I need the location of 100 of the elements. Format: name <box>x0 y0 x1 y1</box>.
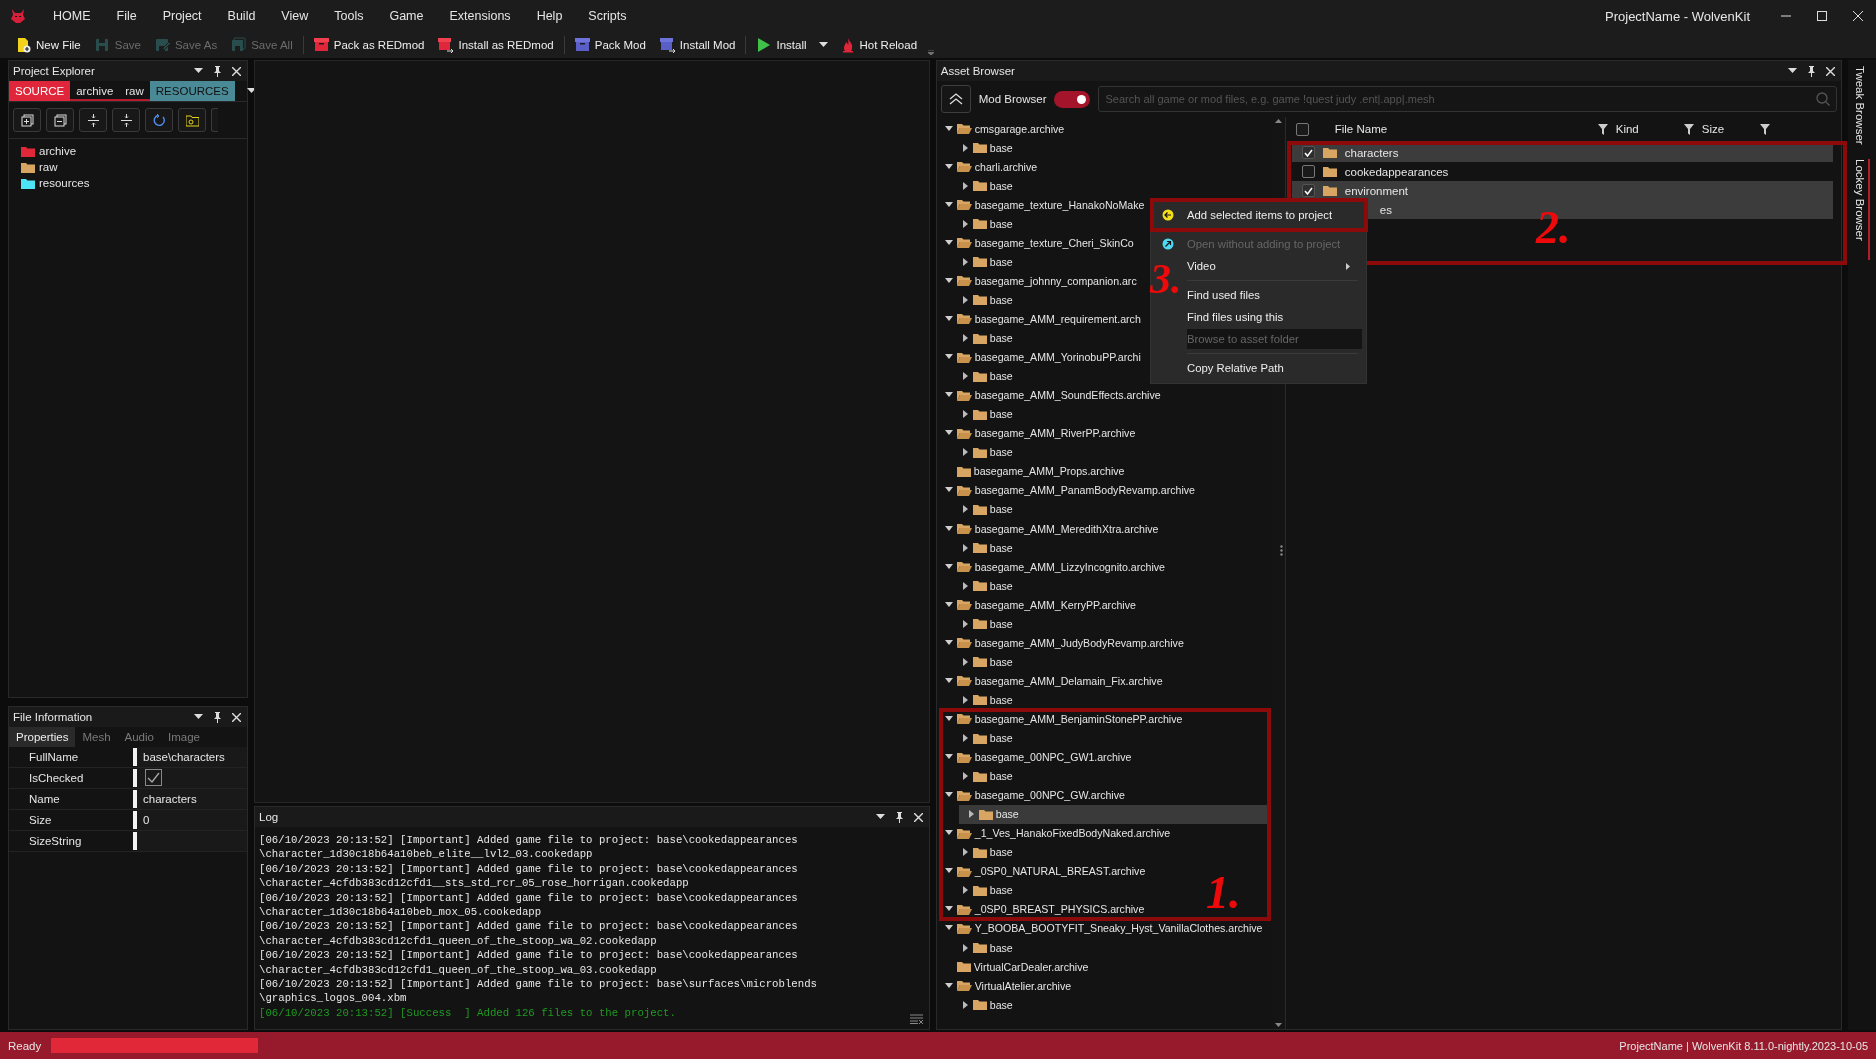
tab[interactable]: Properties <box>9 727 76 747</box>
toolbar-button[interactable]: Install as REDmod <box>432 34 560 56</box>
tree-item[interactable]: Y_BOOBA_BOOTYFIT_Sneaky_Hyst_VanillaClothes.archive <box>942 921 1263 935</box>
toolbar-button[interactable]: Install Mod <box>653 34 742 56</box>
tree-item[interactable]: base <box>958 141 1013 155</box>
collapsed-arrow-icon[interactable] <box>960 657 969 666</box>
dropdown-icon[interactable] <box>246 88 256 94</box>
tab[interactable]: Image <box>160 727 207 747</box>
tree-item[interactable]: VirtualCarDealer.archive <box>942 960 1089 974</box>
toolbar-button[interactable]: Pack as REDmod <box>307 34 431 56</box>
tree-item[interactable]: base <box>958 998 1013 1012</box>
toggle-switch[interactable] <box>1054 90 1091 108</box>
tree-item[interactable]: base <box>958 541 1013 555</box>
filter-icon[interactable] <box>1683 123 1694 135</box>
tree-item[interactable]: base <box>958 617 1013 631</box>
expanded-arrow-icon[interactable] <box>944 638 953 647</box>
tree-item[interactable]: basegame_johnny_companion.arc <box>942 274 1137 288</box>
collapsed-arrow-icon[interactable] <box>960 581 969 590</box>
column-header[interactable]: Size <box>1701 123 1752 135</box>
tree-item[interactable]: base <box>958 179 1013 193</box>
tree-item[interactable]: basegame_AMM_Delamain_Fix.archive <box>942 674 1163 688</box>
tree-item[interactable]: base <box>958 407 1013 421</box>
tool-button[interactable] <box>112 108 140 132</box>
tool-button[interactable] <box>13 108 41 132</box>
menu-item[interactable]: File <box>103 9 150 23</box>
expanded-arrow-icon[interactable] <box>944 524 953 533</box>
close-icon[interactable] <box>232 66 241 76</box>
expanded-arrow-icon[interactable] <box>944 124 953 133</box>
toolbar-button[interactable]: New File <box>10 34 87 56</box>
side-tab[interactable]: Lockey Browser <box>1854 158 1870 261</box>
expanded-arrow-icon[interactable] <box>944 981 953 990</box>
expanded-arrow-icon[interactable] <box>944 315 953 323</box>
tree-item[interactable]: base <box>958 941 1013 955</box>
tree-item[interactable]: basegame_AMM_MeredithXtra.archive <box>942 522 1159 536</box>
collapsed-arrow-icon[interactable] <box>960 372 969 381</box>
tree-item[interactable]: base <box>958 693 1013 707</box>
pin-icon[interactable] <box>213 65 222 77</box>
toolbar-button[interactable]: Hot Reload <box>833 34 924 56</box>
tree-item[interactable]: basegame_00NPC_GW.archive <box>942 788 1125 802</box>
list-row[interactable]: cookedappearances <box>1291 162 1834 181</box>
splitter-grip-icon[interactable] <box>1279 545 1283 556</box>
collapsed-arrow-icon[interactable] <box>960 448 969 457</box>
collapse-button[interactable] <box>940 85 971 113</box>
property-value[interactable]: 0 <box>137 810 247 830</box>
collapsed-arrow-icon[interactable] <box>960 886 969 895</box>
tree-item[interactable]: _0SP0_NATURAL_BREAST.archive <box>942 864 1146 878</box>
close-icon[interactable] <box>1826 66 1836 76</box>
tree-item[interactable]: basegame_AMM_BenjaminStonePP.archive <box>942 712 1183 726</box>
tree-item[interactable]: charli.archive <box>942 160 1038 174</box>
tree-item[interactable]: basegame_texture_HanakoNoMake <box>942 198 1145 212</box>
tree-item[interactable]: base <box>958 331 1013 345</box>
clear-log-icon[interactable] <box>909 1014 923 1024</box>
column-header[interactable]: File Name <box>1316 123 1590 135</box>
dropdown-icon[interactable] <box>875 814 885 820</box>
menu-item[interactable]: Find files using this <box>1187 307 1290 327</box>
tab[interactable]: SOURCE <box>9 81 71 101</box>
collapsed-arrow-icon[interactable] <box>960 695 969 704</box>
checkbox[interactable] <box>1301 184 1315 197</box>
maximize-icon[interactable] <box>1817 11 1827 21</box>
tree-item[interactable]: base <box>958 579 1013 593</box>
expanded-arrow-icon[interactable] <box>944 200 953 209</box>
collapsed-arrow-icon[interactable] <box>960 943 969 952</box>
collapsed-arrow-icon[interactable] <box>960 334 969 343</box>
menu-item[interactable]: Help <box>523 9 576 23</box>
checkbox[interactable] <box>1295 122 1309 136</box>
tree-item[interactable]: basegame_AMM_Props.archive <box>942 464 1125 478</box>
list-row[interactable]: environment <box>1291 181 1834 200</box>
tab[interactable]: Audio <box>117 727 161 747</box>
tree-item[interactable]: basegame_texture_Cheri_SkinCo <box>942 236 1134 250</box>
expanded-arrow-icon[interactable] <box>944 276 953 285</box>
tree-item[interactable]: base <box>958 731 1013 745</box>
tool-button[interactable] <box>79 108 107 132</box>
filter-icon[interactable] <box>1759 123 1770 135</box>
pin-icon[interactable] <box>213 711 222 723</box>
tree-item[interactable]: basegame_AMM_SoundEffects.archive <box>942 388 1161 402</box>
tree-item[interactable]: raw <box>21 159 247 175</box>
collapsed-arrow-icon[interactable] <box>960 848 969 857</box>
side-tab[interactable]: Tweak Browser <box>1854 66 1870 145</box>
checkbox[interactable] <box>1301 146 1315 159</box>
collapsed-arrow-icon[interactable] <box>960 619 969 628</box>
menu-item[interactable]: Build <box>214 9 269 23</box>
overflow-icon[interactable] <box>928 50 935 55</box>
tree-item[interactable]: base <box>958 845 1013 859</box>
tab[interactable]: archive <box>70 81 120 101</box>
search-icon[interactable] <box>1816 92 1831 106</box>
search-field[interactable]: Search all game or mod files, e.g. game !quest judy .ent|.app|.mesh <box>1098 86 1838 112</box>
collapsed-arrow-icon[interactable] <box>960 219 969 228</box>
collapsed-arrow-icon[interactable] <box>966 810 975 819</box>
toolbar-button[interactable]: Pack Mod <box>568 34 652 56</box>
property-value[interactable]: base\characters <box>137 747 247 767</box>
expanded-arrow-icon[interactable] <box>944 162 953 171</box>
tree-item[interactable]: basegame_AMM_KerryPP.archive <box>942 598 1136 612</box>
menu-item[interactable]: View <box>268 9 322 23</box>
tree-item[interactable]: basegame_AMM_RiverPP.archive <box>942 426 1136 440</box>
tool-button[interactable] <box>46 108 74 132</box>
column-header[interactable]: Kind <box>1615 123 1676 135</box>
tree-item[interactable]: basegame_00NPC_GW1.archive <box>942 750 1132 764</box>
menu-item[interactable]: Game <box>376 9 437 23</box>
menu-item[interactable]: Video <box>1187 256 1362 276</box>
tree-item[interactable]: basegame_AMM_YorinobuPP.archi <box>942 350 1141 364</box>
